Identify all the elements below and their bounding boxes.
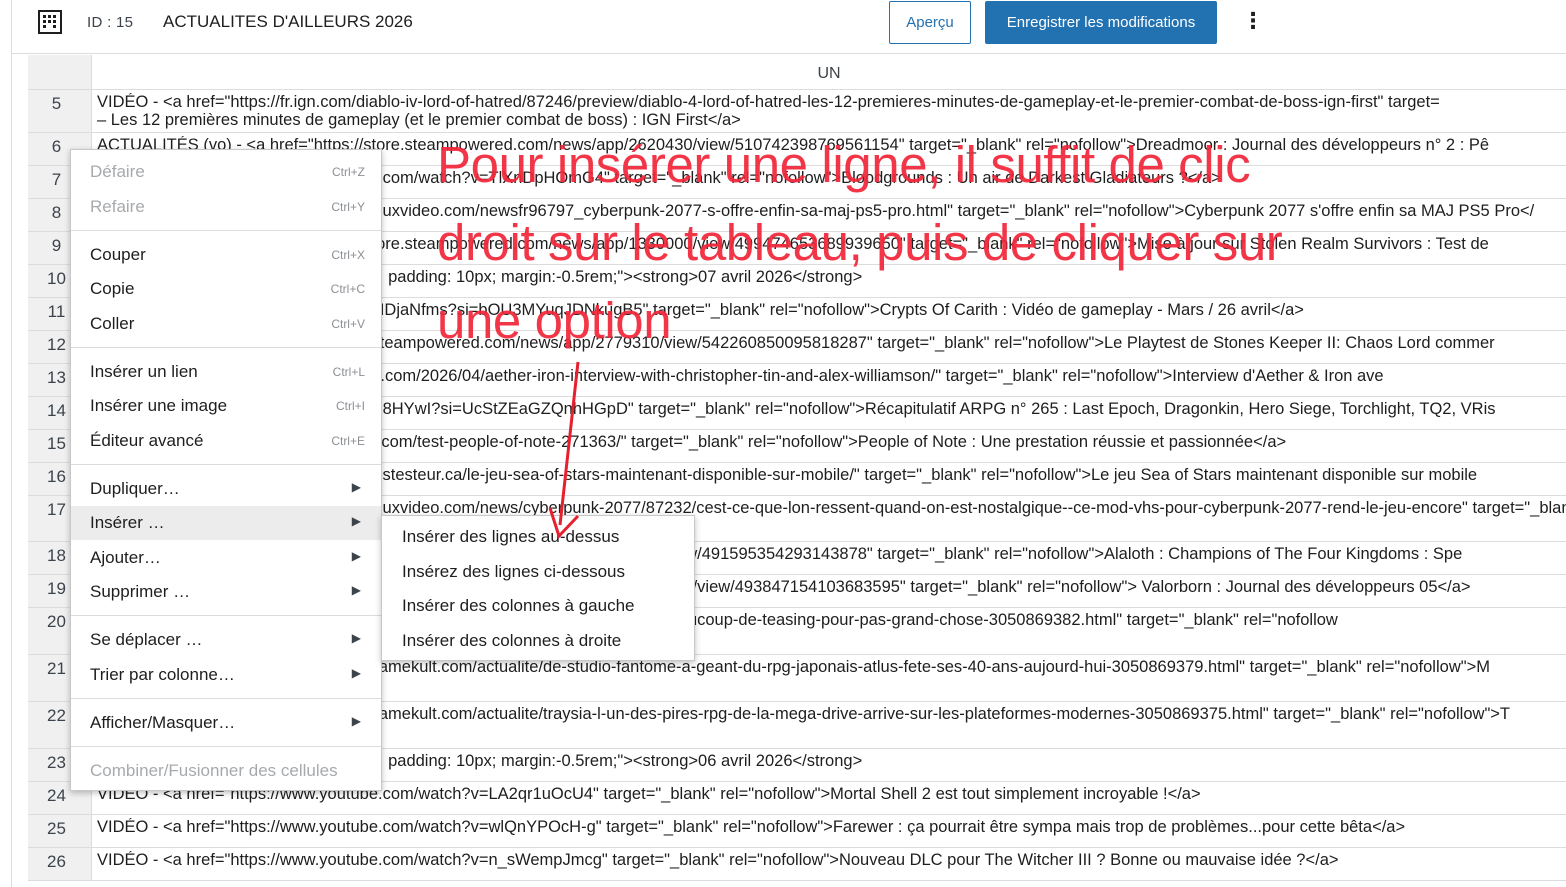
menu-item-label: Copie — [90, 279, 135, 298]
save-changes-button[interactable]: Enregistrer les modifications — [985, 1, 1217, 44]
menu-item-shortcut: Ctrl+V — [331, 317, 365, 331]
submenu-item-label: Insérer des colonnes à gauche — [402, 596, 635, 615]
menu-item-label: Couper — [90, 245, 146, 264]
context-menu-item[interactable]: Ajouter… ▶ — [71, 541, 381, 575]
cell-text-continued: – Les 12 premières minutes de gameplay (… — [97, 111, 741, 129]
menu-item-label: Coller — [90, 314, 135, 333]
table-cell[interactable]: VIDÉO - <a href="https://www.youtube.com… — [97, 818, 1566, 836]
chevron-right-icon: ▶ — [351, 549, 361, 563]
menu-divider — [71, 698, 381, 699]
context-menu-item[interactable]: Copie Ctrl+C — [71, 272, 381, 306]
menu-item-shortcut: Ctrl+L — [332, 365, 365, 379]
row-number[interactable]: 25 — [28, 815, 92, 847]
table-cell[interactable]: VIDÉO - <a href="https://www.youtube.com… — [97, 851, 1566, 869]
chevron-right-icon: ▶ — [351, 631, 361, 645]
row-number-label: 25 — [47, 819, 66, 838]
left-gutter — [0, 0, 12, 887]
menu-item-shortcut: Ctrl+C — [330, 282, 365, 296]
context-menu-item: Refaire Ctrl+Y — [71, 190, 381, 224]
chevron-right-icon: ▶ — [351, 514, 361, 528]
cell-text: VIDÉO - <a href="https://fr.ign.com/diab… — [97, 93, 1440, 111]
submenu-item[interactable]: Insérer des lignes au-dessus — [382, 519, 694, 553]
context-menu-item[interactable]: Coller Ctrl+V — [71, 307, 381, 341]
context-menu-item[interactable]: Insérer une image Ctrl+I — [71, 389, 381, 423]
row-number[interactable]: 5 — [28, 90, 92, 132]
context-menu-item: Défaire Ctrl+Z — [71, 155, 381, 189]
menu-item-label: Ajouter… — [90, 548, 161, 567]
menu-item-label: Dupliquer… — [90, 479, 180, 498]
menu-item-label: Supprimer … — [90, 582, 191, 601]
menu-divider — [71, 464, 381, 465]
context-menu-item[interactable]: Éditeur avancé Ctrl+E — [71, 424, 381, 458]
table-row[interactable]: 26 VIDÉO - <a href="https://www.youtube.c… — [28, 848, 1566, 881]
menu-item-label: Afficher/Masquer… — [90, 713, 236, 732]
submenu-item[interactable]: Insérer des colonnes à droite — [382, 623, 694, 657]
cell-text: VIDÉO - <a href="https://www.youtube.com… — [97, 818, 1406, 836]
context-menu-item: Combiner/Fusionner des cellules — [71, 754, 381, 788]
menu-item-label: Se déplacer … — [90, 630, 203, 649]
menu-item-label: Défaire — [90, 162, 145, 181]
menu-item-shortcut: Ctrl+I — [335, 399, 365, 413]
context-menu-item[interactable]: Couper Ctrl+X — [71, 238, 381, 272]
submenu-item-label: Insérer des lignes au-dessus — [402, 527, 620, 546]
context-menu-item[interactable]: Dupliquer… ▶ — [71, 472, 381, 506]
grid-corner — [28, 55, 92, 90]
table-cell[interactable]: VIDÉO - <a href="https://fr.ign.com/diab… — [97, 93, 1566, 129]
chevron-right-icon: ▶ — [351, 714, 361, 728]
menu-item-label: Refaire — [90, 197, 145, 216]
editor-topbar: ID : 15 ACTUALITES D'AILLEURS 2026 Aperç… — [12, 0, 1566, 54]
menu-divider — [71, 347, 381, 348]
table-id: ID : 15 — [87, 14, 134, 31]
submenu-item-label: Insérer des colonnes à droite — [402, 631, 622, 650]
context-menu-item[interactable]: Afficher/Masquer… ▶ — [71, 706, 381, 740]
menu-item-shortcut: Ctrl+Y — [331, 200, 365, 214]
submenu-item[interactable]: Insérer des colonnes à gauche — [382, 588, 694, 622]
table-row[interactable]: 25 VIDÉO - <a href="https://www.youtube.c… — [28, 815, 1566, 848]
table-grid-icon — [38, 10, 62, 34]
table-row[interactable]: 5 VIDÉO - <a href="https://fr.ign.com/dia… — [28, 90, 1566, 133]
chevron-right-icon: ▶ — [351, 480, 361, 494]
preview-button[interactable]: Aperçu — [889, 1, 971, 44]
context-menu: Défaire Ctrl+Z Refaire Ctrl+Y Couper Ctrl+X Co… — [70, 149, 382, 791]
menu-item-label: Combiner/Fusionner des cellules — [90, 761, 338, 780]
menu-item-label: Insérer un lien — [90, 362, 198, 381]
menu-item-label: Insérer … — [90, 513, 165, 532]
cell-text: VIDÉO - <a href="https://www.youtube.com… — [97, 851, 1339, 869]
row-number-label: 26 — [47, 852, 66, 871]
menu-item-label: Insérer une image — [90, 396, 228, 415]
submenu-item-label: Insérez des lignes ci-dessous — [402, 562, 626, 581]
context-menu-item[interactable]: Insérer … ▶ — [71, 506, 381, 540]
context-menu-item[interactable]: Trier par colonne… ▶ — [71, 658, 381, 692]
more-options-icon[interactable]: ⋮ — [1241, 8, 1265, 36]
row-number-label: 5 — [51, 94, 62, 113]
row-number[interactable]: 26 — [28, 848, 92, 880]
column-header-a[interactable]: UN — [92, 55, 1566, 90]
menu-item-shortcut: Ctrl+E — [331, 434, 365, 448]
chevron-right-icon: ▶ — [351, 666, 361, 680]
context-menu-item[interactable]: Supprimer … ▶ — [71, 575, 381, 609]
menu-item-label: Éditeur avancé — [90, 431, 204, 450]
insert-submenu: Insérer des lignes au-dessus Insérez des … — [381, 515, 695, 661]
menu-divider — [71, 230, 381, 231]
context-menu-item[interactable]: Insérer un lien Ctrl+L — [71, 355, 381, 389]
context-menu-item[interactable]: Se déplacer … ▶ — [71, 623, 381, 657]
table-title: ACTUALITES D'AILLEURS 2026 — [163, 12, 413, 31]
submenu-item[interactable]: Insérez des lignes ci-dessous — [382, 554, 694, 588]
menu-divider — [71, 746, 381, 747]
menu-divider — [71, 615, 381, 616]
chevron-right-icon: ▶ — [351, 583, 361, 597]
menu-item-shortcut: Ctrl+Z — [332, 165, 365, 179]
menu-item-shortcut: Ctrl+X — [331, 248, 365, 262]
menu-item-label: Trier par colonne… — [90, 665, 235, 684]
